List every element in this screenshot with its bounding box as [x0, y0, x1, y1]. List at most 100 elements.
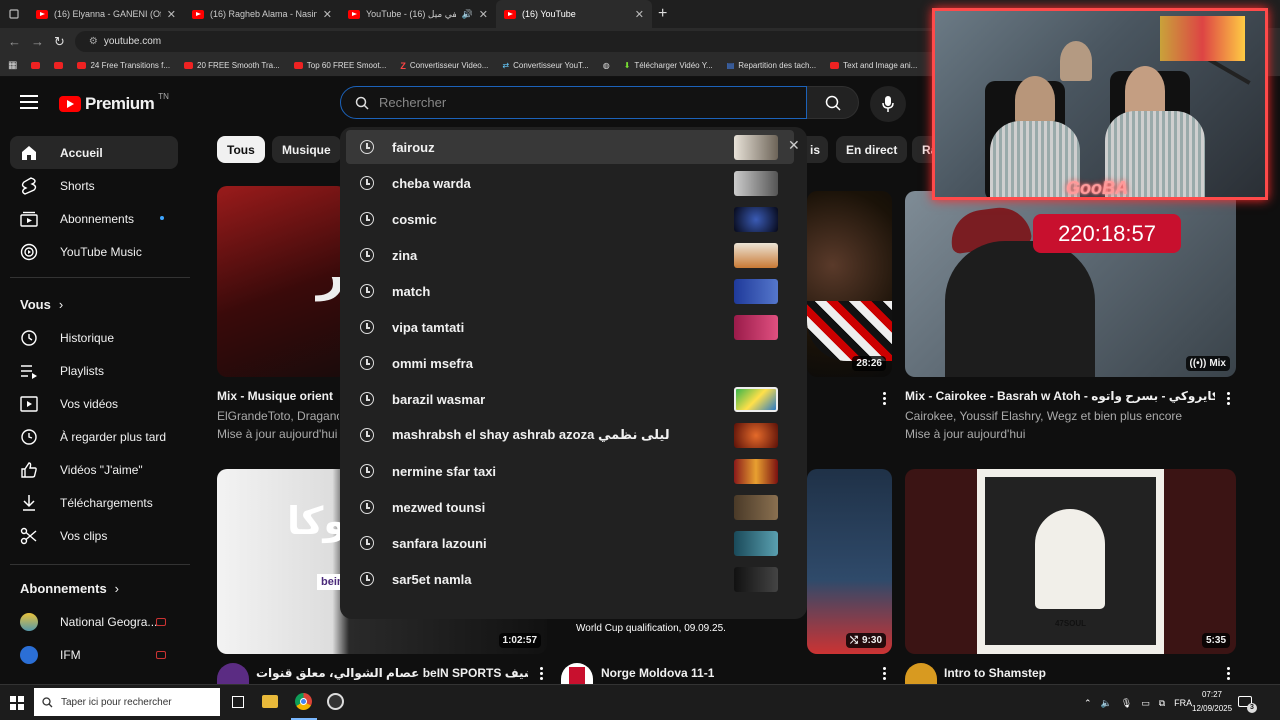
- back-icon[interactable]: ←: [8, 34, 21, 49]
- url-field[interactable]: ⚙ youtube.com: [74, 31, 975, 52]
- browser-tab-3[interactable]: YouTube - تيفي ميل (16) 🔊 ✕: [340, 0, 496, 28]
- bookmark-yt-1[interactable]: [31, 62, 41, 69]
- forward-icon[interactable]: →: [31, 34, 44, 49]
- browser-tab-4[interactable]: (16) YouTube ✕: [496, 0, 652, 28]
- suggestion-item[interactable]: barazil wasmar: [346, 382, 794, 416]
- suggestion-item[interactable]: zina: [346, 238, 794, 272]
- browser-tab-1[interactable]: (16) Elyanna - GANENI (Official ✕: [28, 0, 184, 28]
- tab-list-icon[interactable]: [0, 0, 28, 28]
- sidebar-item-history[interactable]: Historique: [10, 321, 178, 354]
- microphone-icon[interactable]: 🎙: [1121, 698, 1132, 709]
- more-actions-icon[interactable]: [883, 392, 887, 407]
- network-icon[interactable]: ▭: [1141, 698, 1150, 709]
- suggestion-item[interactable]: mashrabsh el shay ashrab azoza ليلى نظمي: [346, 418, 794, 452]
- video-title[interactable]: Norge Moldova 11-1: [601, 666, 714, 680]
- video-channel[interactable]: ElGrandeToto, Draganov: [217, 409, 339, 423]
- suggestion-item[interactable]: sanfara lazouni: [346, 526, 794, 560]
- sidebar-item-liked-videos[interactable]: Vidéos "J'aime": [10, 453, 178, 486]
- video-channel[interactable]: Cairokee, Youssif Elashry, Wegz et bien …: [905, 409, 1182, 423]
- chevron-up-icon[interactable]: ⌃: [1084, 698, 1092, 709]
- more-actions-icon[interactable]: [1227, 392, 1231, 407]
- chrome-icon[interactable]: [295, 693, 312, 710]
- video-title[interactable]: Mix - Cairokee - Basrah w Atoh - كايروكي…: [905, 389, 1215, 403]
- apps-grid-icon[interactable]: ▦: [8, 60, 17, 71]
- suggestion-item[interactable]: fairouz ✕: [346, 130, 800, 164]
- bookmark-4[interactable]: Z Convertisseur Video...: [400, 61, 488, 71]
- bookmark-yt-2[interactable]: [54, 62, 64, 69]
- sidebar-channel-ifm[interactable]: IFM: [10, 638, 178, 671]
- channel-avatar[interactable]: [905, 663, 937, 684]
- sidebar-channel-natgeo[interactable]: National Geogra...: [10, 605, 178, 638]
- channel-avatar[interactable]: [561, 663, 593, 684]
- windows-start-icon[interactable]: [10, 696, 24, 710]
- video-title[interactable]: Intro to Shamstep: [944, 666, 1046, 680]
- sidebar-item-home[interactable]: Accueil: [10, 136, 178, 169]
- display-icon[interactable]: ⧉: [1159, 698, 1165, 709]
- sidebar-item-playlists[interactable]: Playlists: [10, 354, 178, 387]
- chip-music[interactable]: Musique: [272, 136, 341, 163]
- close-tab-icon[interactable]: ✕: [167, 8, 176, 21]
- suggestion-item[interactable]: ommi msefra: [346, 346, 794, 380]
- video-duration: 5:35: [1201, 633, 1230, 648]
- video-thumbnail-shamstep[interactable]: 47SOUL 5:35: [905, 469, 1236, 654]
- bookmark-2[interactable]: 20 FREE Smooth Tra...: [184, 61, 280, 70]
- sidebar-subscriptions-header[interactable]: Abonnements ›: [20, 581, 119, 596]
- suggestion-item[interactable]: nermine sfar taxi: [346, 454, 794, 488]
- audio-playing-icon[interactable]: 🔊: [462, 9, 473, 20]
- more-actions-icon[interactable]: [1227, 667, 1231, 682]
- close-tab-icon[interactable]: ✕: [323, 8, 332, 21]
- video-thumbnail-norge[interactable]: ⤭ 9:30: [807, 469, 892, 654]
- close-tab-icon[interactable]: ✕: [479, 8, 488, 21]
- sidebar-item-your-videos[interactable]: Vos vidéos: [10, 387, 178, 420]
- video-thumbnail-mix-orient[interactable]: ﺭ: [217, 186, 347, 377]
- search-button[interactable]: [807, 86, 859, 119]
- suggestion-item[interactable]: sar5et namla: [346, 562, 794, 596]
- bookmark-1[interactable]: 24 Free Transitions f...: [77, 61, 170, 70]
- sidebar-item-downloads[interactable]: Téléchargements: [10, 486, 178, 519]
- file-explorer-icon[interactable]: [262, 695, 278, 708]
- task-view-icon[interactable]: [232, 696, 244, 708]
- sidebar-item-watch-later[interactable]: À regarder plus tard: [10, 420, 178, 453]
- suggestion-item[interactable]: match: [346, 274, 794, 308]
- video-title[interactable]: Mix - Musique orient: [217, 389, 339, 403]
- search-input[interactable]: [379, 95, 759, 110]
- sidebar-item-clips[interactable]: Vos clips: [10, 519, 178, 552]
- sidebar-you-header[interactable]: Vous ›: [20, 297, 63, 312]
- search-box[interactable]: [340, 86, 807, 119]
- suggestion-item[interactable]: vipa tamtati: [346, 310, 794, 344]
- taskbar-search-box[interactable]: Taper ici pour rechercher: [34, 688, 220, 716]
- channel-avatar[interactable]: [217, 663, 249, 684]
- site-info-icon[interactable]: ⚙: [89, 36, 98, 47]
- speaker-icon[interactable]: 🔈: [1101, 698, 1112, 709]
- bookmark-globe[interactable]: ◍: [603, 61, 610, 70]
- more-actions-icon[interactable]: [883, 667, 887, 682]
- reload-icon[interactable]: ↻: [54, 34, 65, 50]
- clock[interactable]: 07:27 12/09/2025: [1192, 688, 1232, 716]
- bookmark-7[interactable]: ▤ Repartition des tach...: [727, 61, 816, 70]
- webcam-overlay: [932, 8, 1268, 200]
- new-tab-icon[interactable]: +: [658, 5, 667, 23]
- sidebar-item-shorts[interactable]: Shorts: [10, 169, 178, 202]
- bookmark-6[interactable]: ⬇ Télécharger Vidéo Y...: [624, 61, 713, 70]
- bookmark-5[interactable]: ⇄ Convertisseur YouT...: [502, 61, 588, 70]
- more-actions-icon[interactable]: [540, 667, 544, 682]
- suggestion-item[interactable]: cheba warda: [346, 166, 794, 200]
- video-thumbnail-2[interactable]: 28:26: [807, 191, 892, 377]
- suggestion-item[interactable]: mezwed tounsi: [346, 490, 794, 524]
- youtube-premium-logo[interactable]: Premium TN: [59, 92, 169, 114]
- remove-suggestion-icon[interactable]: ✕: [788, 137, 800, 154]
- language-indicator[interactable]: FRA: [1174, 698, 1192, 708]
- sidebar-item-youtube-music[interactable]: YouTube Music: [10, 235, 178, 268]
- browser-tab-2[interactable]: (16) Ragheb Alama - Nasini El D ✕: [184, 0, 340, 28]
- sidebar-item-subscriptions[interactable]: Abonnements: [10, 202, 178, 235]
- hamburger-menu-icon[interactable]: [20, 95, 38, 109]
- bookmark-8[interactable]: Text and Image ani...: [830, 61, 917, 70]
- suggestion-item[interactable]: cosmic: [346, 202, 794, 236]
- voice-search-button[interactable]: [870, 86, 906, 122]
- obs-icon[interactable]: [327, 693, 344, 710]
- bookmark-3[interactable]: Top 60 FREE Smoot...: [293, 61, 386, 70]
- chip-all[interactable]: Tous: [217, 136, 265, 163]
- video-title[interactable]: عصام الشوالي، معلق قنوات beIN SPORTS ضيف: [256, 666, 528, 680]
- chip-live[interactable]: En direct: [836, 136, 908, 163]
- close-tab-icon[interactable]: ✕: [635, 8, 644, 21]
